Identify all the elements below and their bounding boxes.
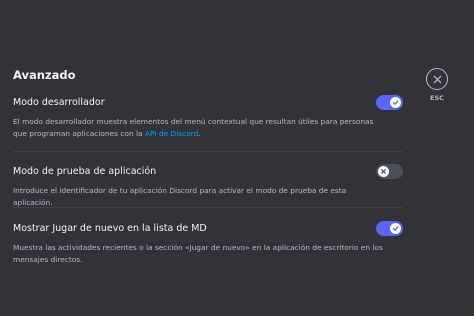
check-icon [392, 99, 399, 105]
play-again-toggle[interactable] [376, 220, 403, 236]
setting-label: Mostrar Jugar de nuevo en la lista de MD [13, 222, 207, 234]
divider [13, 207, 403, 208]
discord-api-link[interactable]: API de Discord [145, 129, 198, 138]
close-settings: ESC [424, 68, 450, 102]
setting-play-again-dm: Mostrar Jugar de nuevo en la lista de MD… [13, 220, 403, 266]
setting-label: Modo de prueba de aplicación [13, 165, 157, 177]
setting-description: El modo desarrollador muestra elementos … [13, 117, 374, 138]
x-icon [381, 168, 386, 174]
divider [13, 151, 403, 152]
close-button[interactable] [426, 68, 448, 90]
toggle-knob [390, 222, 401, 234]
setting-label: Modo desarrollador [13, 96, 105, 108]
toggle-knob [390, 96, 401, 108]
developer-mode-toggle[interactable] [376, 94, 403, 110]
setting-developer-mode: Modo desarrollador El modo desarrollador… [13, 94, 403, 140]
setting-description: Muestra las actividades recientes o la s… [13, 243, 383, 264]
section-title: Avanzado [13, 68, 76, 82]
setting-description: Introduce el identificador de tu aplicac… [13, 186, 347, 207]
setting-app-test-mode: Modo de prueba de aplicación Introduce e… [13, 163, 403, 209]
esc-label: ESC [430, 94, 444, 102]
toggle-knob [378, 165, 389, 177]
settings-page: Avanzado Modo desarrollador El modo desa… [0, 0, 474, 316]
app-test-mode-toggle[interactable] [376, 163, 403, 179]
check-icon [392, 225, 399, 231]
close-icon [433, 75, 441, 83]
